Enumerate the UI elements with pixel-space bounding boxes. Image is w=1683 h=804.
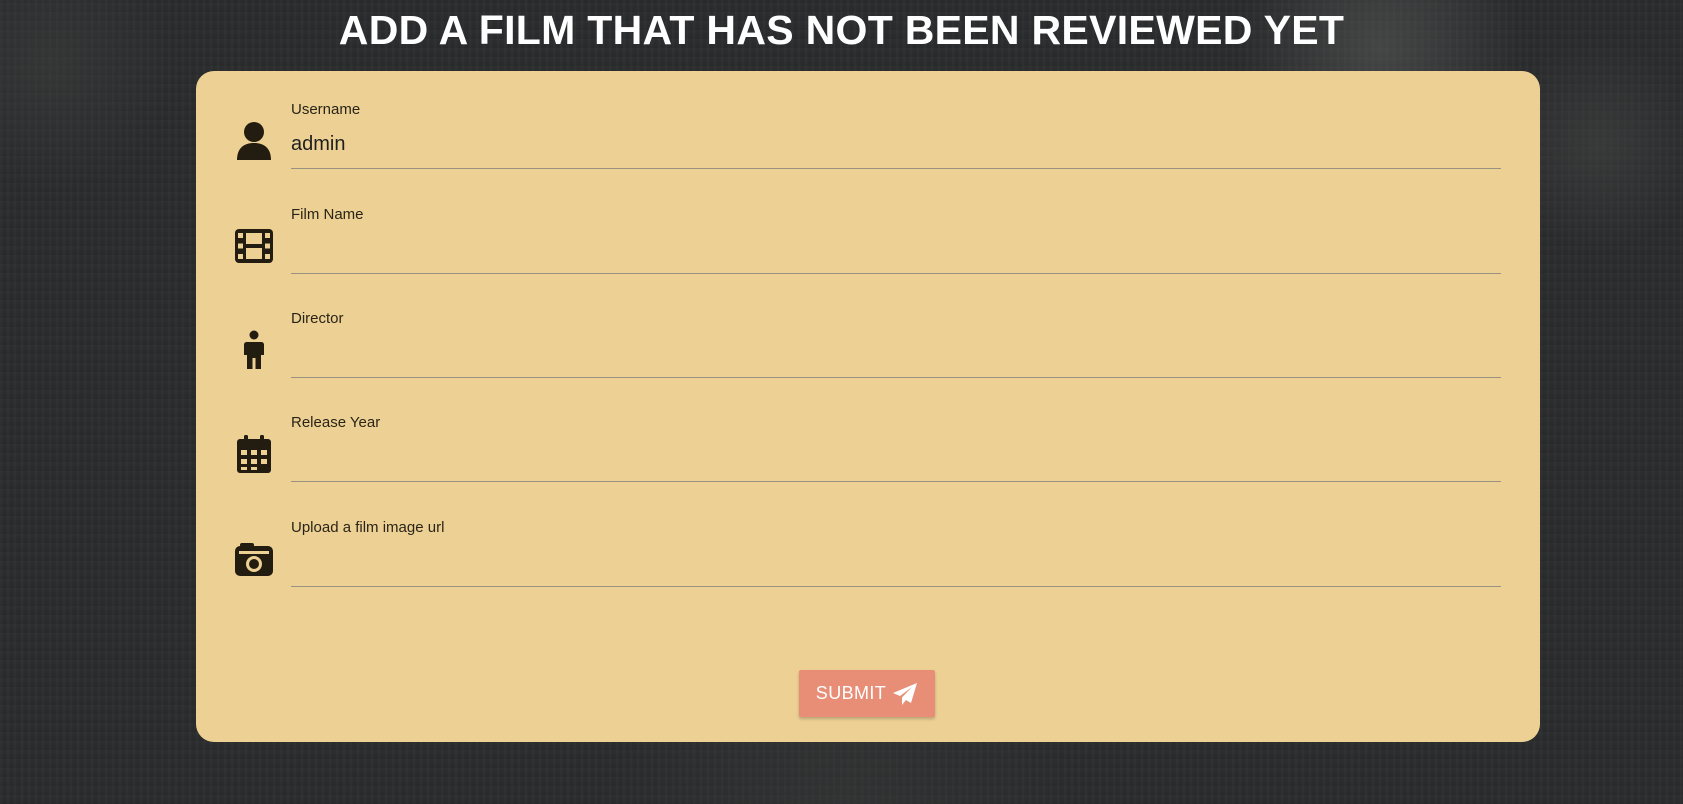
username-field-row: Username xyxy=(196,71,1540,171)
film-name-input[interactable] xyxy=(291,226,1501,274)
director-field-row: Director xyxy=(196,280,1540,380)
director-input[interactable] xyxy=(291,330,1501,378)
calendar-icon xyxy=(234,434,274,474)
film-name-label: Film Name xyxy=(291,206,364,223)
username-label: Username xyxy=(291,101,361,118)
user-icon xyxy=(234,121,274,161)
film-name-field-row: Film Name xyxy=(196,176,1540,276)
image-url-input[interactable] xyxy=(291,539,1501,587)
add-film-form: Username Film Name Di xyxy=(196,71,1540,742)
submit-label: SUBMIT xyxy=(815,683,887,703)
submit-button[interactable]: SUBMIT xyxy=(799,670,935,717)
username-input[interactable] xyxy=(291,121,1501,169)
release-year-field-row: Release Year xyxy=(196,384,1540,484)
camera-icon xyxy=(234,539,274,579)
director-label: Director xyxy=(291,310,344,327)
page-title: ADD A FILM THAT HAS NOT BEEN REVIEWED YE… xyxy=(338,7,1345,53)
image-url-label: Upload a film image url xyxy=(291,519,445,536)
release-year-input[interactable] xyxy=(291,434,1501,482)
person-standing-icon xyxy=(234,330,274,370)
paper-plane-icon xyxy=(892,682,918,706)
film-icon xyxy=(234,226,274,266)
image-url-field-row: Upload a film image url xyxy=(196,489,1540,589)
release-year-label: Release Year xyxy=(291,414,381,431)
